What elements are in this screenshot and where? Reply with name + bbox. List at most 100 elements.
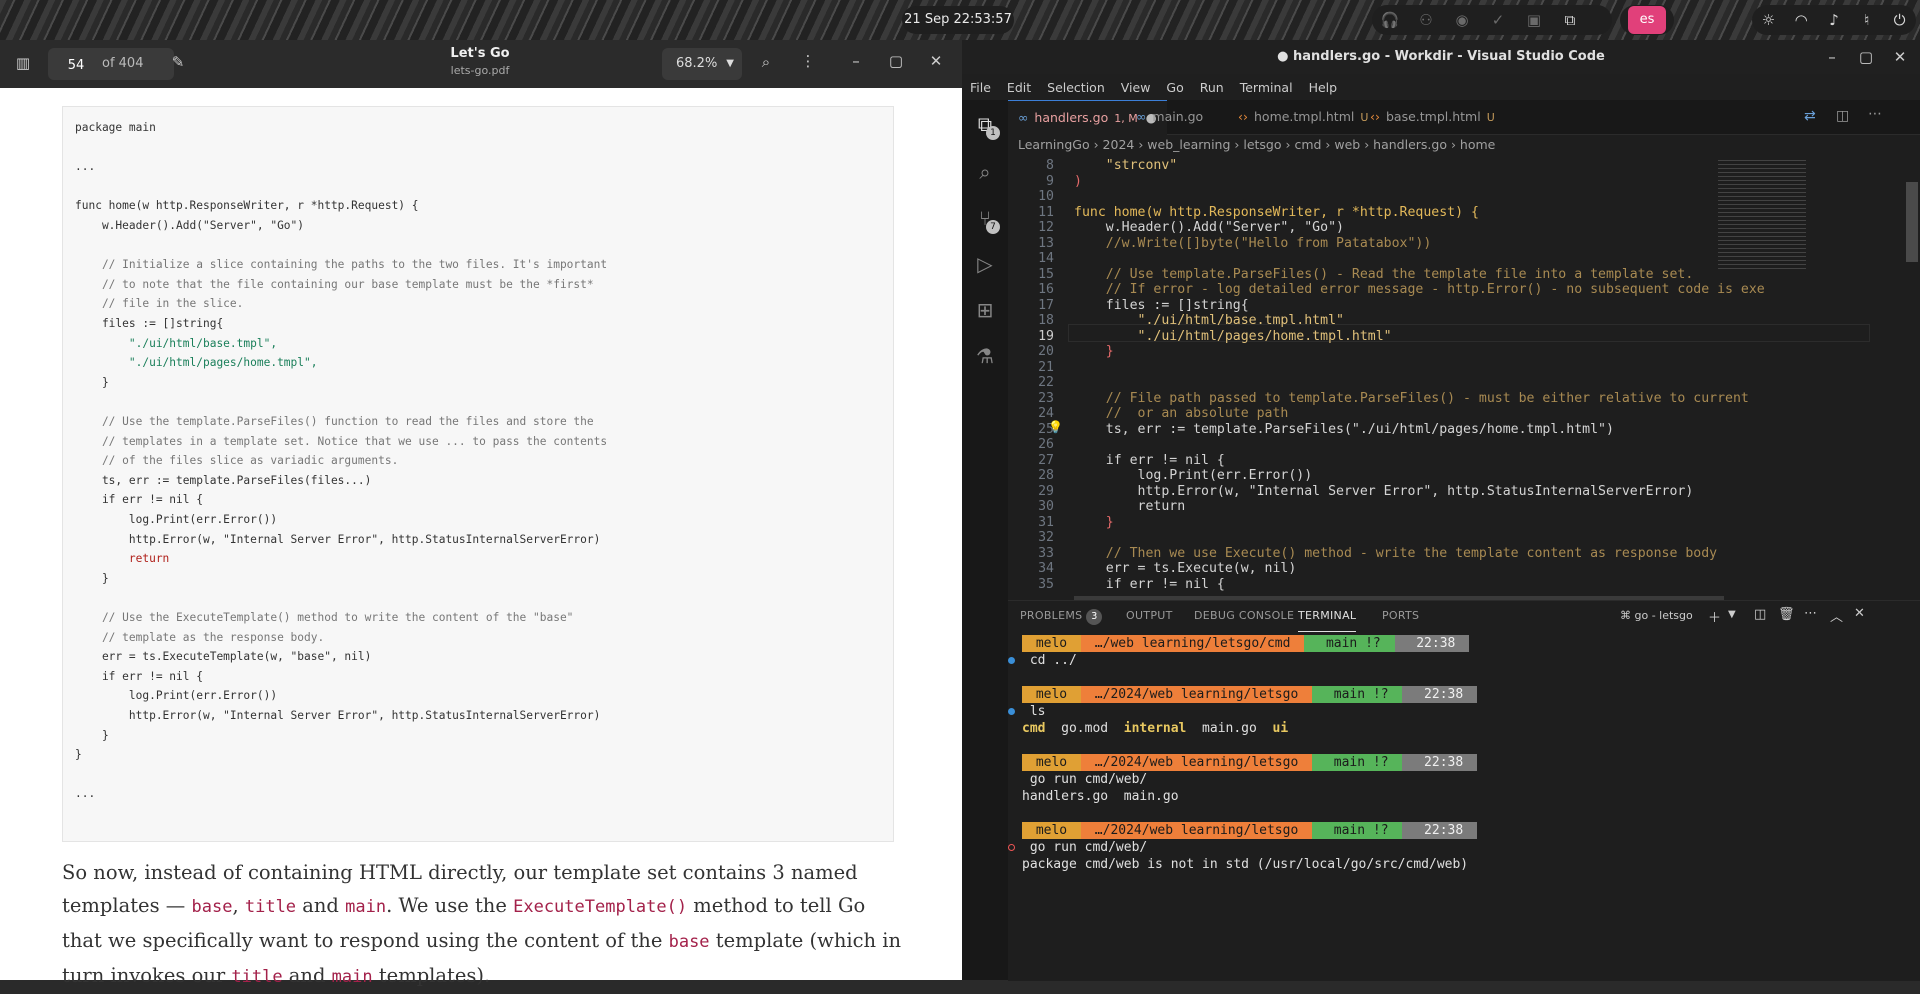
text: and [282,964,332,987]
menu-selection[interactable]: Selection [1039,80,1113,95]
menu-view[interactable]: View [1113,80,1159,95]
more-actions-icon[interactable]: ⋯ [1804,606,1817,621]
line-number: 28 [1038,468,1054,483]
code-line: // to note that the file containing our … [75,277,594,291]
brightness-icon[interactable]: ☼ [1752,11,1785,29]
zoom-select[interactable]: 68.2% ▼ [662,48,742,80]
code-line: http.Error(w, "Internal Server Error", h… [75,709,601,722]
terminal-instance[interactable]: ⌘ go - letsgo [1620,609,1693,622]
page-number-input[interactable] [54,53,98,77]
split-editor-icon[interactable]: ◫ [1836,108,1849,124]
menu-go[interactable]: Go [1158,80,1191,95]
wifi-icon[interactable]: ◠ [1785,11,1818,29]
screens-icon[interactable]: ⧉ [1552,11,1588,29]
line-number: 29 [1038,483,1054,499]
menu-terminal[interactable]: Terminal [1232,80,1301,95]
explorer-badge: 1 [986,126,1000,140]
search-icon[interactable]: ⌕ [972,160,998,186]
tab-label: main.go [1152,109,1204,124]
panel-tab-terminal[interactable]: TERMINAL [1298,601,1357,632]
chevron-down-icon: ▼ [726,58,734,69]
search-icon[interactable]: ⌕ [754,53,778,71]
prompt-path: …/2024/web learning/letsgo [1080,686,1313,703]
language-group: es [1620,5,1674,35]
maximize-icon[interactable]: ▢ [1856,48,1876,66]
line-number: 9 [1046,173,1054,189]
tab-base-tmpl-html[interactable]: ‹› base.tmpl.html U [1360,100,1505,134]
pencil-icon[interactable]: ✎ [166,53,190,71]
code-line: if err != nil { [75,493,203,507]
code-line: //w.Write([]byte("Hello from Patatabox")… [1074,235,1432,251]
inline-code: main [331,967,373,987]
maximize-panel-icon[interactable]: ︿ [1830,606,1843,625]
menu-bar: File Edit Selection View Go Run Terminal Help [962,74,1920,100]
compare-changes-icon[interactable]: ⇄ [1804,108,1816,124]
close-icon[interactable]: ✕ [1890,48,1910,66]
split-terminal-icon[interactable]: ◫ [1754,607,1766,622]
editor-scrollbar[interactable] [1906,182,1918,262]
source-control-icon[interactable]: ⑂ 7 [972,206,1000,234]
tab-main-go[interactable]: ∞ main.go [1126,100,1213,134]
code-editor[interactable]: 8 "strconv" 9) 10 11 func home(w http.Respon… [1008,156,1920,600]
tab-home-tmpl-html[interactable]: ‹› home.tmpl.html U [1228,100,1378,134]
code-line: http.Error(w, "Internal Server Error", h… [1074,483,1694,499]
code-line: // or an absolute path [1074,406,1289,421]
line-number: 14 [1038,251,1054,266]
menu-run[interactable]: Run [1192,80,1232,95]
inline-code: base [668,932,710,952]
line-number: 23 [1038,390,1054,406]
line-number: 16 [1038,282,1054,297]
tab-label: home.tmpl.html [1254,109,1355,124]
user-icon[interactable]: ⚇ [1408,11,1444,29]
go-file-icon: ∞ [1018,110,1029,125]
minimap[interactable] [1718,160,1806,270]
image-icon[interactable]: ▣ [1516,11,1552,29]
close-panel-icon[interactable]: ✕ [1854,606,1865,621]
panel-tab-ports[interactable]: PORTS [1382,601,1419,631]
line-number: 24 [1038,406,1054,421]
pdf-page[interactable]: package main... func home(w http.Response… [0,88,962,987]
code-line: return [1074,499,1186,514]
record-icon[interactable]: ◉ [1444,11,1480,29]
panel-tab-problems[interactable]: PROBLEMS 3 [1020,601,1103,631]
headphones-icon[interactable]: 🎧 [1372,11,1408,29]
prompt-git: main !? [1312,822,1403,839]
clock[interactable]: 21 Sep 22:53:57 [902,6,1014,34]
explorer-icon[interactable]: ⧉ 1 [972,112,1000,140]
trash-icon[interactable]: 🗑 [1778,607,1795,622]
close-icon[interactable]: ✕ [924,52,948,70]
sidebar-toggle-icon[interactable]: ▥ [10,54,36,72]
prompt-time: 22:38 [1402,754,1478,771]
minimize-icon[interactable]: – [844,52,868,70]
check-icon[interactable]: ✓ [1480,11,1516,29]
panel-tab-label: TERMINAL [1298,609,1357,622]
run-debug-icon[interactable]: ▷ [972,252,998,278]
panel-tab-debug-console[interactable]: DEBUG CONSOLE [1194,601,1294,631]
code-line: err = ts.ExecuteTemplate(w, "base", nil) [75,650,372,664]
panel-tab-output[interactable]: OUTPUT [1126,601,1173,631]
minimize-icon[interactable]: – [1822,48,1842,66]
menu-file[interactable]: File [962,80,999,95]
maximize-icon[interactable]: ▢ [884,52,908,70]
menu-dots-icon[interactable]: ⋮ [796,52,820,70]
microphone-icon[interactable]: ♮ [1850,11,1883,29]
menu-help[interactable]: Help [1301,80,1346,95]
menu-edit[interactable]: Edit [999,80,1039,95]
volume-icon[interactable]: ♪ [1818,11,1851,29]
code-line: // file in the slice. [75,297,244,311]
power-icon[interactable]: ⏻ [1883,11,1916,29]
more-actions-icon[interactable]: ⋯ [1868,106,1882,122]
line-number: 30 [1038,499,1054,514]
language-indicator[interactable]: es [1628,6,1666,34]
testing-icon[interactable]: ⚗ [972,344,998,370]
new-terminal-icon[interactable]: ＋ [1708,607,1721,626]
code-line: } [75,728,109,742]
line-number: 35 [1038,576,1054,592]
code-line: } [1074,344,1114,359]
lightbulb-icon[interactable]: 💡 [1048,420,1063,434]
code-line: files := []string{ [1074,297,1249,313]
extensions-icon[interactable]: ⊞ [972,298,998,324]
chevron-down-icon[interactable]: ▼ [1728,609,1736,620]
breadcrumb[interactable]: LearningGo › 2024 › web_learning › letsg… [1008,134,1920,156]
command-error-icon [1008,844,1015,851]
